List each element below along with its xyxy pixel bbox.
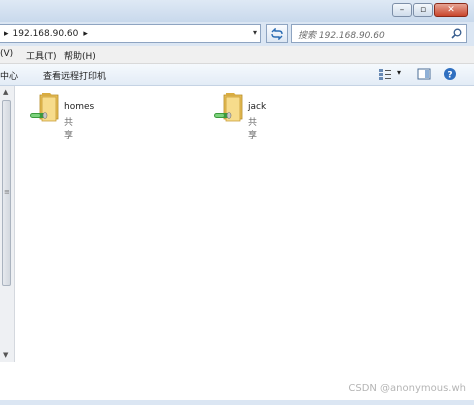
search-icon[interactable] [451,28,462,39]
watermark-text: CSDN @anonymous.wh [348,383,466,394]
item-name: homes [64,102,95,112]
list-item-jack[interactable]: jack 共享 [212,91,266,141]
maximize-button[interactable]: ▫ [413,3,433,17]
scroll-down-icon[interactable]: ▼ [3,351,8,359]
item-type: 共享 [64,118,74,141]
address-row: ▸ 192.168.90.60 ▸ ▾ 搜索 192.168.90.60 [0,22,474,46]
file-list: ▲ ≡ ▼ homes 共享 jack 共享 [0,86,474,405]
menu-tools[interactable]: 工具(T) [26,49,57,62]
search-placeholder: 搜索 192.168.90.60 [298,31,385,41]
title-bar: – ▫ ✕ [0,0,474,22]
network-center-button[interactable]: 中心 [0,69,18,82]
shared-folder-icon [30,93,59,122]
status-bar [0,400,474,405]
preview-pane-icon[interactable] [417,67,431,81]
menu-help[interactable]: 帮助(H) [64,49,96,62]
scroll-up-icon[interactable]: ▲ [3,88,8,96]
shared-folder-icon [214,93,243,122]
view-options-icon[interactable] [378,67,392,81]
close-button[interactable]: ✕ [434,3,468,17]
help-icon[interactable]: ? [443,67,457,81]
breadcrumb-path[interactable]: 192.168.90.60 [13,29,79,39]
view-remote-printers-button[interactable]: 查看远程打印机 [43,69,106,82]
item-name: jack [248,102,267,112]
command-bar: 中心 查看远程打印机 ▾ ? [0,64,474,86]
menu-view[interactable]: (V) [0,49,13,59]
view-dropdown-icon[interactable]: ▾ [397,68,401,77]
search-input[interactable]: 搜索 192.168.90.60 [291,24,467,43]
refresh-icon [271,27,283,40]
list-item-homes[interactable]: homes 共享 [28,91,94,141]
svg-text:?: ? [447,71,452,81]
vertical-scrollbar[interactable]: ▲ ≡ ▼ [0,86,15,362]
breadcrumb-arrow-icon[interactable]: ▸ [83,29,88,39]
item-type: 共享 [248,118,258,141]
address-dropdown-icon[interactable]: ▾ [253,28,257,37]
refresh-button[interactable] [266,24,288,43]
minimize-button[interactable]: – [392,3,412,17]
breadcrumb-arrow-icon[interactable]: ▸ [4,29,9,39]
close-icon: ✕ [447,4,455,15]
address-bar[interactable]: ▸ 192.168.90.60 ▸ ▾ [0,24,261,43]
scroll-grip-icon: ≡ [4,188,10,196]
menu-bar: (V) 工具(T) 帮助(H) [0,46,474,64]
maximize-icon: ▫ [419,4,427,15]
window-controls: – ▫ ✕ [391,3,468,17]
minimize-icon: – [399,4,405,15]
